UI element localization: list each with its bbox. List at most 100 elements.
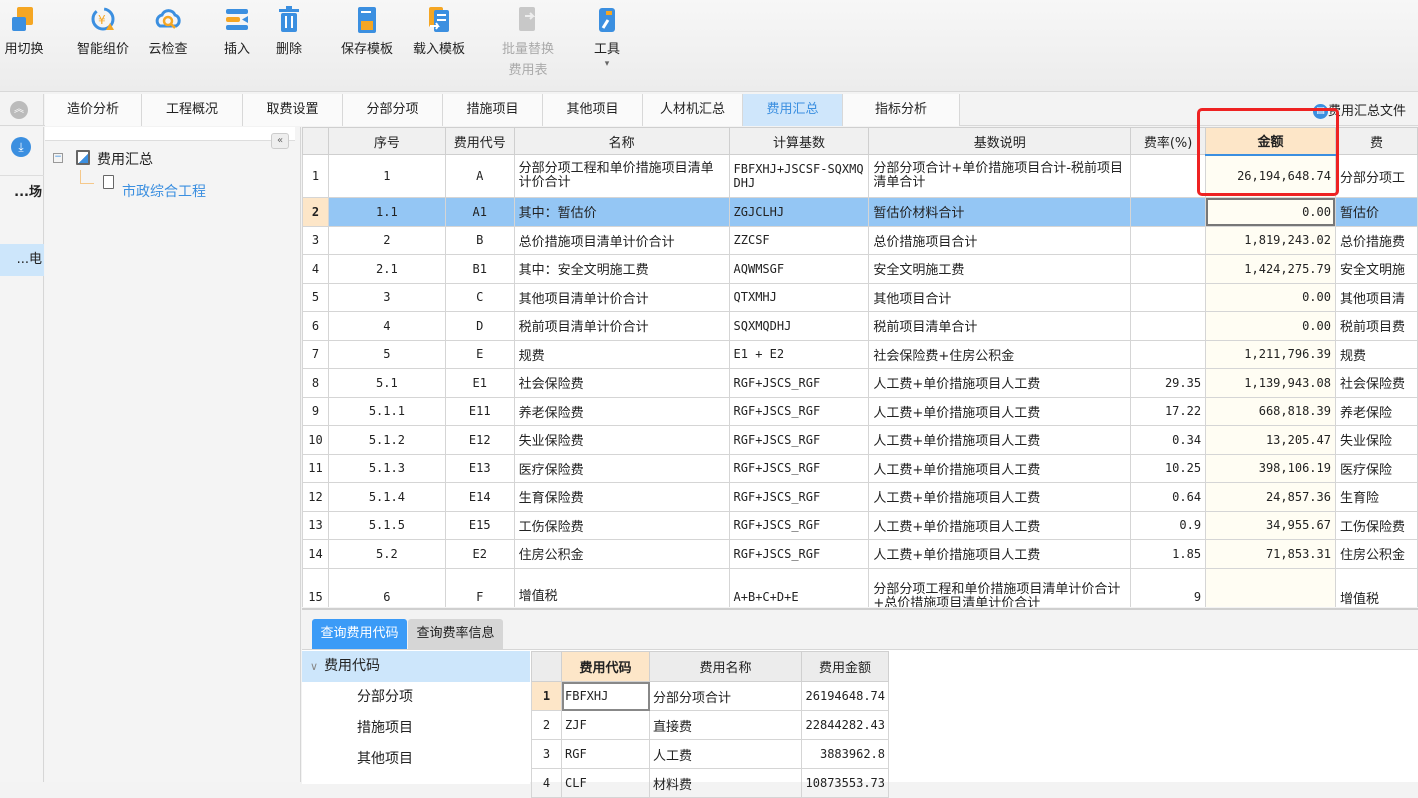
column-header[interactable]: 费用金额 bbox=[801, 651, 889, 682]
cell[interactable]: 1 bbox=[327, 154, 446, 198]
tools-button[interactable]: 工具 ▾ bbox=[588, 6, 626, 69]
cell[interactable]: 2 bbox=[327, 225, 446, 255]
cell[interactable]: 税前项目清单计价合计 bbox=[513, 311, 730, 341]
cell[interactable]: 医疗保险 bbox=[1334, 453, 1418, 483]
cell[interactable]: 10.25 bbox=[1130, 453, 1207, 483]
cell[interactable]: E1 bbox=[444, 368, 515, 398]
table-row[interactable]: 5 3 C 其他项目清单计价合计 QTXMHJ 其他项目合计 0.00 其他项目清 bbox=[302, 282, 1418, 312]
cell[interactable] bbox=[1205, 567, 1336, 607]
cell[interactable]: 8 bbox=[302, 368, 329, 398]
column-header[interactable]: 金额 bbox=[1205, 127, 1336, 156]
cell[interactable]: 税前项目清单合计 bbox=[868, 311, 1132, 341]
cell[interactable]: 总价措施费 bbox=[1334, 225, 1418, 255]
cell[interactable]: E bbox=[444, 339, 515, 369]
cell[interactable]: 人工费+单价措施项目人工费 bbox=[868, 396, 1132, 426]
cell[interactable]: 其中：暂估价 bbox=[513, 197, 730, 227]
cell[interactable]: 其中：安全文明施工费 bbox=[513, 254, 730, 284]
cell[interactable]: E2 bbox=[444, 539, 515, 569]
cell[interactable]: RGF+JSCS_RGF bbox=[728, 396, 870, 426]
cell[interactable]: 失业保险费 bbox=[513, 425, 730, 455]
cell[interactable]: E1 + E2 bbox=[728, 339, 870, 369]
tab-measure-items[interactable]: 措施项目 bbox=[443, 94, 543, 126]
cell[interactable]: 住房公积金 bbox=[513, 539, 730, 569]
fee-summary-file-link[interactable]: ▤ 费用汇总文件 bbox=[1313, 100, 1406, 119]
cell[interactable]: 其他项目合计 bbox=[868, 282, 1132, 312]
cell[interactable]: RGF bbox=[561, 739, 650, 769]
cell[interactable]: 1.85 bbox=[1130, 539, 1207, 569]
cell[interactable]: 人工费 bbox=[649, 739, 802, 769]
cell[interactable]: 5.1.2 bbox=[327, 425, 446, 455]
cell[interactable]: 安全文明施 bbox=[1334, 254, 1418, 284]
cell[interactable]: 668,818.39 bbox=[1205, 396, 1336, 426]
table-row[interactable]: 2 1.1 A1 其中：暂估价 ZGJCLHJ 暂估价材料合计 0.00 暂估价 bbox=[302, 197, 1418, 227]
cell[interactable]: 工伤保险费 bbox=[1334, 510, 1418, 540]
cell[interactable]: 直接费 bbox=[649, 710, 802, 740]
cell[interactable]: 分部分项工 bbox=[1334, 154, 1418, 198]
cell[interactable]: 规费 bbox=[1334, 339, 1418, 369]
cloud-check-button[interactable]: 云检查 bbox=[143, 6, 193, 57]
cell[interactable]: 住房公积金 bbox=[1334, 539, 1418, 569]
load-template-button[interactable]: 载入模板 bbox=[406, 6, 472, 57]
collapse-panel-icon[interactable]: « bbox=[271, 133, 289, 149]
column-header[interactable] bbox=[302, 127, 329, 155]
cell[interactable] bbox=[1130, 225, 1207, 255]
cell[interactable]: 29.35 bbox=[1130, 368, 1207, 398]
tab-cost-analysis[interactable]: 造价分析 bbox=[45, 94, 142, 126]
cell[interactable]: 1,424,275.79 bbox=[1205, 254, 1336, 284]
cell[interactable]: 2 bbox=[531, 710, 562, 740]
cell[interactable]: FBFXHJ bbox=[561, 681, 650, 711]
cell[interactable]: 34,955.67 bbox=[1205, 510, 1336, 540]
cell[interactable]: 3883962.8 bbox=[801, 739, 889, 769]
cell[interactable]: 其他项目清单计价合计 bbox=[513, 282, 730, 312]
table-row[interactable]: 13 5.1.5 E15 工伤保险费 RGF+JSCS_RGF 人工费+单价措施项目人工费… bbox=[302, 510, 1418, 540]
cell[interactable]: F bbox=[444, 567, 515, 607]
cell[interactable]: 17.22 bbox=[1130, 396, 1207, 426]
save-template-button[interactable]: 保存模板 bbox=[334, 6, 400, 57]
cell[interactable]: 材料费 bbox=[649, 768, 802, 798]
cell[interactable]: 增值税 bbox=[513, 567, 730, 607]
cell[interactable]: 2.1 bbox=[327, 254, 446, 284]
fee-code-item[interactable]: 分部分项 bbox=[302, 682, 530, 713]
tab-fee-summary[interactable]: 费用汇总 bbox=[743, 94, 843, 126]
cell[interactable]: 5.1 bbox=[327, 368, 446, 398]
cell[interactable]: 税前项目费 bbox=[1334, 311, 1418, 341]
table-row[interactable]: 1 FBFXHJ 分部分项合计 26194648.74 bbox=[531, 681, 889, 711]
cell[interactable]: SQXMQDHJ bbox=[728, 311, 870, 341]
cell[interactable]: 分部分项工程和单价措施项目清单计价合计+总价措施项目清单计价合计 bbox=[868, 567, 1132, 607]
cell[interactable]: QTXMHJ bbox=[728, 282, 870, 312]
cell[interactable]: 总价措施项目清单计价合计 bbox=[513, 225, 730, 255]
cell[interactable]: 9 bbox=[1130, 567, 1207, 607]
cell[interactable]: 5 bbox=[302, 282, 329, 312]
cell[interactable]: 6 bbox=[302, 311, 329, 341]
cell[interactable]: A bbox=[444, 154, 515, 198]
cell[interactable]: 人工费+单价措施项目人工费 bbox=[868, 453, 1132, 483]
column-header[interactable]: 序号 bbox=[327, 127, 446, 155]
smart-pricing-button[interactable]: ¥ 智能组价 bbox=[72, 6, 134, 57]
cell[interactable]: 0.00 bbox=[1205, 197, 1336, 227]
table-row[interactable]: 6 4 D 税前项目清单计价合计 SQXMQDHJ 税前项目清单合计 0.00 税前项目费 bbox=[302, 311, 1418, 341]
cell[interactable]: 398,106.19 bbox=[1205, 453, 1336, 483]
tree-child[interactable]: 市政综合工程 bbox=[122, 181, 206, 201]
cell[interactable]: 2 bbox=[302, 197, 329, 227]
column-header[interactable]: 费用代码 bbox=[561, 651, 650, 682]
cell[interactable]: E14 bbox=[444, 482, 515, 512]
insert-button[interactable]: 插入 bbox=[218, 6, 256, 57]
column-header[interactable]: 费率(%) bbox=[1130, 127, 1207, 155]
cell[interactable]: B bbox=[444, 225, 515, 255]
cell[interactable]: FBFXHJ+JSCSF-SQXMQDHJ bbox=[728, 154, 870, 198]
column-header[interactable]: 名称 bbox=[513, 127, 730, 155]
cell[interactable]: 1 bbox=[302, 154, 329, 198]
cell[interactable] bbox=[1130, 197, 1207, 227]
cell[interactable]: ZJF bbox=[561, 710, 650, 740]
tree-root[interactable]: 费用汇总 bbox=[97, 149, 153, 169]
collapse-up-icon[interactable]: ︽ bbox=[10, 101, 28, 119]
cell[interactable]: 生育险 bbox=[1334, 482, 1418, 512]
cell[interactable]: 10873553.73 bbox=[801, 768, 889, 798]
table-row[interactable]: 10 5.1.2 E12 失业保险费 RGF+JSCS_RGF 人工费+单价措施项目人工费… bbox=[302, 425, 1418, 455]
cell[interactable]: 分部分项合计+单价措施项目合计-税前项目清单合计 bbox=[868, 154, 1132, 198]
cell[interactable]: 人工费+单价措施项目人工费 bbox=[868, 510, 1132, 540]
cell[interactable]: 5.1.4 bbox=[327, 482, 446, 512]
cell[interactable]: 0.00 bbox=[1205, 311, 1336, 341]
cell[interactable]: 养老保险 bbox=[1334, 396, 1418, 426]
table-row[interactable]: 15 6 F 增值税 A+B+C+D+E 分部分项工程和单价措施项目清单计价合计+总价措施… bbox=[302, 567, 1418, 607]
